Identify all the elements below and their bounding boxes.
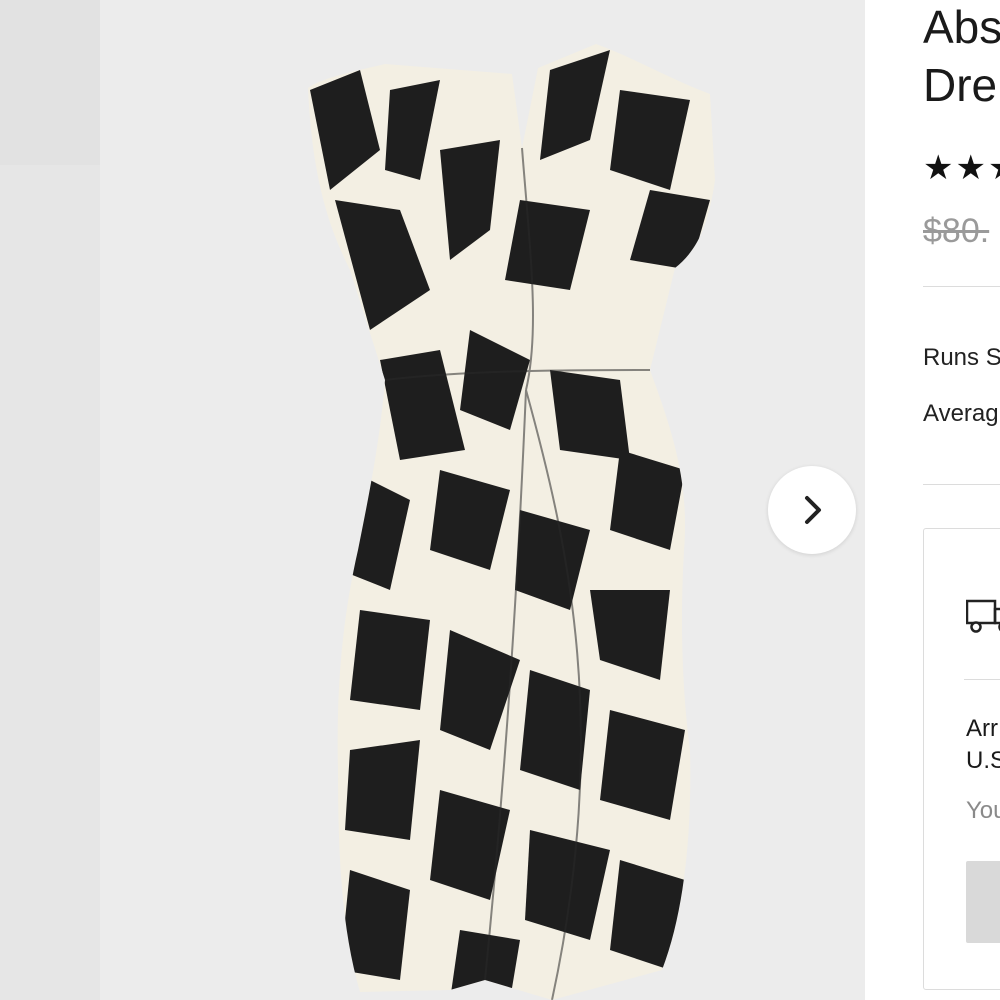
product-title-line: Abs	[923, 1, 1000, 53]
rating-stars[interactable]: ★★★	[923, 148, 1000, 188]
chevron-right-icon	[805, 496, 821, 524]
dress-image	[308, 44, 715, 1000]
shipping-note: You	[966, 797, 1000, 824]
add-to-bag-button[interactable]	[966, 861, 1000, 943]
product-details: Abs Dre ★★★ $80. Runs S Averag Arr U.S Y…	[865, 0, 1000, 1000]
shipping-option-card[interactable]: Arr U.S You	[923, 528, 1000, 990]
fit-size-note: Runs S	[923, 344, 1000, 371]
arrival-info: Arr U.S	[966, 713, 1000, 777]
divider	[923, 286, 1000, 287]
product-page: Abs Dre ★★★ $80. Runs S Averag Arr U.S Y…	[0, 0, 1000, 1000]
original-price: $80.	[923, 212, 990, 250]
product-gallery	[0, 0, 865, 1000]
thumbnail-item[interactable]	[0, 0, 100, 165]
fit-average-note: Averag	[923, 400, 999, 427]
card-divider	[964, 679, 1000, 680]
product-title: Abs Dre	[923, 0, 1000, 114]
divider	[923, 484, 1000, 485]
arrival-region: U.S	[966, 747, 1000, 774]
next-image-button[interactable]	[768, 466, 856, 554]
product-title-line: Dre	[923, 59, 998, 111]
arrival-line: Arr	[966, 715, 998, 742]
truck-icon	[966, 599, 1000, 633]
